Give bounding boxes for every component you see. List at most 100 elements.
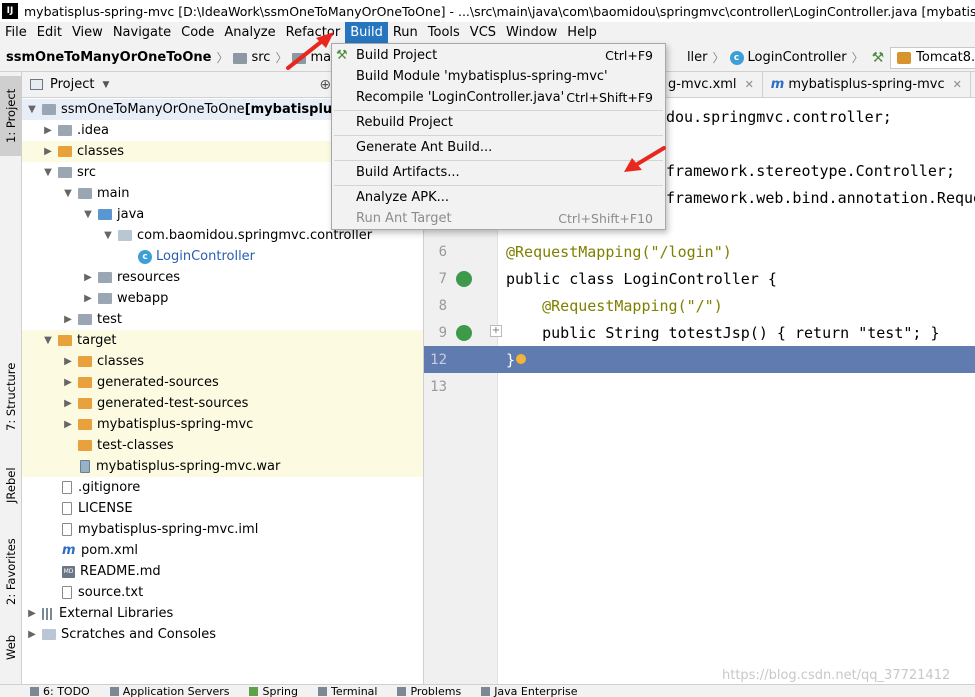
target-icon[interactable]: ⊕ bbox=[319, 77, 331, 93]
menu-item-build-artifacts[interactable]: Build Artifacts... bbox=[332, 162, 665, 183]
bottom-tab-label: Terminal bbox=[330, 685, 378, 697]
expanded-arrow-icon: ▼ bbox=[44, 167, 52, 178]
editor-tab-module[interactable]: m mybatisplus-spring-mvc ✕ bbox=[763, 72, 971, 97]
tab-spring[interactable]: Spring bbox=[239, 685, 308, 697]
tree-item-label: External Libraries bbox=[59, 606, 174, 621]
tree-item-iml[interactable]: mybatisplus-spring-mvc.iml bbox=[22, 519, 423, 540]
menu-run[interactable]: Run bbox=[388, 22, 423, 44]
menu-item-generate-ant-build[interactable]: Generate Ant Build... bbox=[332, 137, 665, 158]
chevron-down-icon[interactable]: ▼ bbox=[102, 80, 109, 90]
bottom-tab-label: Java Enterprise bbox=[494, 685, 578, 697]
menu-edit[interactable]: Edit bbox=[32, 22, 67, 44]
expand-fold-icon[interactable]: + bbox=[490, 325, 502, 337]
collapsed-arrow-icon: ▶ bbox=[44, 146, 52, 157]
run-configuration-label: Tomcat8.5.39 bbox=[916, 50, 975, 65]
menu-item-build-project[interactable]: ⚒ Build Project Ctrl+F9 bbox=[332, 45, 665, 66]
editor-tab-source[interactable]: so bbox=[971, 72, 975, 97]
tree-item-generated-test-sources[interactable]: ▶ generated-test-sources bbox=[22, 393, 423, 414]
code-line: 13 bbox=[424, 373, 975, 400]
collapsed-arrow-icon: ▶ bbox=[84, 293, 92, 304]
tree-item-pom[interactable]: m pom.xml bbox=[22, 540, 423, 561]
tree-item-license[interactable]: LICENSE bbox=[22, 498, 423, 519]
class-icon: c bbox=[138, 249, 152, 264]
tab-project[interactable]: 1: Project bbox=[0, 76, 22, 156]
tree-item-test[interactable]: ▶ test bbox=[22, 309, 423, 330]
tab-problems[interactable]: Problems bbox=[387, 685, 471, 697]
tab-structure[interactable]: 7: Structure bbox=[0, 362, 22, 432]
build-hammer-icon[interactable]: ⚒ bbox=[872, 50, 885, 66]
tree-item-source-txt[interactable]: source.txt bbox=[22, 582, 423, 603]
resources-folder-icon bbox=[98, 272, 112, 283]
menu-separator bbox=[334, 135, 663, 136]
tree-item-target-module[interactable]: ▶ mybatisplus-spring-mvc bbox=[22, 414, 423, 435]
tree-item-webapp[interactable]: ▶ webapp bbox=[22, 288, 423, 309]
project-view-icon bbox=[30, 79, 43, 90]
menu-item-build-module[interactable]: Build Module 'mybatisplus-spring-mvc' bbox=[332, 66, 665, 87]
tab-application-servers[interactable]: Application Servers bbox=[100, 685, 240, 697]
menu-analyze[interactable]: Analyze bbox=[219, 22, 280, 44]
editor-tab-label: mybatisplus-spring-mvc bbox=[788, 77, 945, 92]
spring-bean-icon[interactable] bbox=[456, 270, 472, 287]
collapsed-arrow-icon: ▶ bbox=[28, 608, 36, 619]
menu-window[interactable]: Window bbox=[501, 22, 562, 44]
collapsed-arrow-icon: ▶ bbox=[64, 314, 72, 325]
tree-item-target-classes[interactable]: ▶ classes bbox=[22, 351, 423, 372]
expanded-arrow-icon: ▼ bbox=[84, 209, 92, 220]
request-mapping-icon[interactable] bbox=[456, 324, 472, 341]
tree-item-scratches[interactable]: ▶ Scratches and Consoles bbox=[22, 624, 423, 645]
code-text: public String totestJsp() { return "test… bbox=[506, 323, 940, 342]
close-icon[interactable]: ✕ bbox=[953, 78, 962, 91]
menu-item-shortcut: Ctrl+Shift+F9 bbox=[566, 90, 653, 105]
bottom-tab-label: Application Servers bbox=[122, 685, 230, 697]
folder-icon bbox=[78, 314, 92, 325]
tree-item-label: src bbox=[77, 165, 96, 180]
tree-item-label: pom.xml bbox=[81, 543, 138, 558]
menu-item-analyze-apk[interactable]: Analyze APK... bbox=[332, 187, 665, 208]
tree-item-external-libraries[interactable]: ▶ External Libraries bbox=[22, 603, 423, 624]
menu-item-recompile[interactable]: Recompile 'LoginController.java' Ctrl+Sh… bbox=[332, 87, 665, 108]
text-file-icon bbox=[62, 586, 72, 599]
bottom-tool-bar: 6: TODO Application Servers Spring Termi… bbox=[0, 684, 975, 697]
tab-java-enterprise[interactable]: Java Enterprise bbox=[471, 685, 587, 697]
menu-vcs[interactable]: VCS bbox=[465, 22, 501, 44]
tab-favorites[interactable]: 2: Favorites bbox=[0, 532, 22, 612]
close-icon[interactable]: ✕ bbox=[745, 78, 754, 91]
tab-jrebel[interactable]: JRebel bbox=[0, 460, 22, 510]
tree-item-resources[interactable]: ▶ resources bbox=[22, 267, 423, 288]
tree-item-logincontroller[interactable]: c LoginController bbox=[22, 246, 423, 267]
tree-item-target[interactable]: ▼ target bbox=[22, 330, 423, 351]
spring-icon bbox=[249, 687, 259, 696]
menu-view[interactable]: View bbox=[67, 22, 108, 44]
bulb-icon[interactable] bbox=[516, 354, 526, 364]
menu-help[interactable]: Help bbox=[562, 22, 602, 44]
collapsed-arrow-icon: ▶ bbox=[84, 272, 92, 283]
window-title: mybatisplus-spring-mvc [D:\IdeaWork\ssmO… bbox=[24, 3, 975, 19]
breadcrumb-class[interactable]: c LoginController bbox=[727, 50, 850, 65]
problems-icon bbox=[397, 687, 407, 696]
tab-web[interactable]: Web bbox=[0, 627, 22, 667]
tree-item-generated-sources[interactable]: ▶ generated-sources bbox=[22, 372, 423, 393]
tree-item-label: main bbox=[97, 186, 130, 201]
menu-file[interactable]: File bbox=[0, 22, 32, 44]
breadcrumb-controller[interactable]: ller bbox=[684, 50, 711, 65]
tree-item-test-classes[interactable]: test-classes bbox=[22, 435, 423, 456]
title-bar: IJ mybatisplus-spring-mvc [D:\IdeaWork\s… bbox=[0, 0, 975, 22]
tab-jrebel-label: JRebel bbox=[4, 467, 18, 503]
menu-build[interactable]: Build bbox=[345, 22, 388, 44]
menu-code[interactable]: Code bbox=[176, 22, 219, 44]
tab-todo[interactable]: 6: TODO bbox=[0, 685, 100, 697]
menu-item-shortcut: Ctrl+F9 bbox=[605, 48, 653, 63]
tab-terminal[interactable]: Terminal bbox=[308, 685, 388, 697]
menu-bar: File Edit View Navigate Code Analyze Ref… bbox=[0, 22, 975, 44]
tree-item-readme[interactable]: MD README.md bbox=[22, 561, 423, 582]
menu-navigate[interactable]: Navigate bbox=[108, 22, 176, 44]
run-configuration-selector[interactable]: Tomcat8.5.39 ▼ bbox=[890, 46, 975, 69]
breadcrumb-src[interactable]: src bbox=[230, 50, 273, 65]
menu-separator bbox=[334, 110, 663, 111]
tree-item-gitignore[interactable]: .gitignore bbox=[22, 477, 423, 498]
menu-tools[interactable]: Tools bbox=[423, 22, 465, 44]
breadcrumb-project[interactable]: ssmOneToManyOrOneToOne bbox=[0, 50, 214, 65]
bottom-tab-label: Problems bbox=[410, 685, 462, 697]
menu-item-rebuild-project[interactable]: Rebuild Project bbox=[332, 112, 665, 133]
tree-item-war[interactable]: mybatisplus-spring-mvc.war bbox=[22, 456, 423, 477]
